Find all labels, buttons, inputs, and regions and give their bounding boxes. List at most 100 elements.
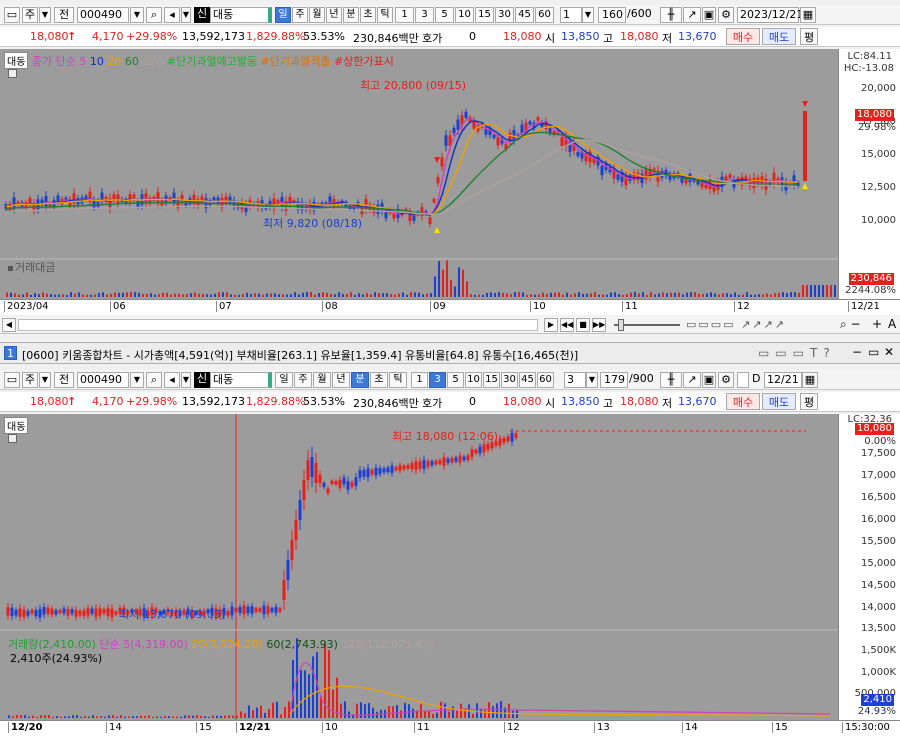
sound-icon[interactable]: ◂ [164,372,180,388]
calendar-icon[interactable]: ▦ [802,372,818,388]
average-button[interactable]: 평 [800,28,818,45]
date-input[interactable]: 12/21 [764,372,802,388]
window-controls-icon[interactable]: ▭▭▭T? [758,346,836,360]
open-price: 13,850 [561,30,600,43]
chart-type-icon[interactable]: ╫ [660,372,682,388]
toolbar-button-5[interactable]: 초 [360,7,376,23]
zoom-out-icon[interactable]: ⌕ − [840,317,861,332]
sound-dropdown-icon[interactable]: ▼ [181,372,191,388]
toolbar-button-3[interactable]: 10 [455,7,474,23]
toolbar-button-4[interactable]: 15 [475,7,494,23]
chart-scrollbar[interactable]: ◀ ▶ ◀◀ ■ ▶▶ ▭▭▭▭ ↗↗↗↗ ⌕ − + A [0,316,900,334]
average-button[interactable]: 평 [800,393,818,410]
toolbar-button-3[interactable]: 10 [465,372,482,388]
tools-icon[interactable]: ↗ [683,7,701,23]
toolbar-button-6[interactable]: 틱 [377,7,393,23]
sound-icon[interactable]: ◂ [164,7,180,23]
toolbar-button-1[interactable]: 3 [415,7,434,23]
minimize-icon[interactable]: − [852,345,862,359]
toolbar-button-0[interactable]: 1 [395,7,414,23]
grid-toggle-icon[interactable] [8,434,17,443]
close-icon[interactable]: ✕ [884,345,894,359]
toolbar-button-6[interactable]: 45 [519,372,536,388]
search-icon[interactable]: ⌕ [146,7,162,23]
scroll-track[interactable] [18,319,538,331]
toolbar-button-6[interactable]: 틱 [389,372,407,388]
market-select[interactable]: 주 [22,7,38,23]
all-button[interactable]: 전 [54,372,74,388]
toolbar-button-0[interactable]: 일 [275,7,291,23]
d-checkbox[interactable] [737,372,749,388]
top-price-chart[interactable]: 대동 종가 단순 5 10 20 60 120 #단기과열예고발동 #단기과열적… [0,49,838,299]
bottom-price-chart[interactable]: 대동 최고 18,080 (12:06) 최저 13,670 (09:03) 거… [0,414,838,720]
bottom-chart-canvas [0,414,838,720]
toolbar-button-3[interactable]: 년 [326,7,342,23]
chart-type-icon[interactable]: ╫ [660,7,682,23]
count-input[interactable]: 160 [598,7,626,23]
interval-select[interactable]: 1 [560,7,582,23]
toolbar-button-3[interactable]: 년 [332,372,350,388]
toolbar-button-5[interactable]: 초 [370,372,388,388]
market-dropdown-icon[interactable]: ▼ [39,372,51,388]
toolbar-button-4[interactable]: 분 [343,7,359,23]
toolbar-button-7[interactable]: 60 [537,372,554,388]
volume-bar [674,292,676,297]
buy-button[interactable]: 매수 [726,28,760,45]
interval-dropdown-icon[interactable]: ▼ [582,7,594,23]
save-icon[interactable]: ▣ [702,372,716,388]
font-icon[interactable]: A [888,317,896,331]
interval-select[interactable]: 3 [564,372,586,388]
volume-bar [782,292,784,297]
scroll-right-icon[interactable]: ▶ [544,318,558,332]
toolbar-button-6[interactable]: 45 [515,7,534,23]
toolbar-button-1[interactable]: 주 [294,372,312,388]
zoom-in-icon[interactable]: + [872,317,882,331]
count-input[interactable]: 179 [600,372,628,388]
toolbar-button-5[interactable]: 30 [495,7,514,23]
toolbar-button-0[interactable]: 일 [275,372,293,388]
zoom-slider-thumb[interactable] [618,319,624,331]
calendar-icon[interactable]: ▦ [800,7,816,23]
toolbar-button-2[interactable]: 월 [309,7,325,23]
gear-icon[interactable]: ⚙ [718,7,734,23]
toolbar-button-2[interactable]: 5 [447,372,464,388]
search-icon[interactable]: ⌕ [146,372,162,388]
buy-button[interactable]: 매수 [726,393,760,410]
tools-icon[interactable]: ↗ [683,372,701,388]
sound-dropdown-icon[interactable]: ▼ [181,7,191,23]
save-icon[interactable]: ▣ [702,7,716,23]
forward-icon[interactable]: ▶▶ [592,318,606,332]
layout-icon[interactable]: ▭ [4,7,20,23]
toolbar-button-2[interactable]: 월 [313,372,331,388]
stock-code-input[interactable]: 000490 [77,372,129,388]
stop-icon[interactable]: ■ [576,318,590,332]
stock-name-field[interactable]: 대동 [210,372,272,388]
sell-button[interactable]: 매도 [762,28,796,45]
stock-name-field[interactable]: 대동 [210,7,272,23]
toolbar-button-0[interactable]: 1 [411,372,428,388]
market-dropdown-icon[interactable]: ▼ [39,7,51,23]
toolbar-button-4[interactable]: 15 [483,372,500,388]
gear-icon[interactable]: ⚙ [718,372,734,388]
code-dropdown-icon[interactable]: ▼ [130,372,144,388]
view-icons[interactable]: ▭▭▭▭ ↗↗↗↗ [686,318,786,331]
stock-code-input[interactable]: 000490 [77,7,129,23]
sell-button[interactable]: 매도 [762,393,796,410]
layout-icon[interactable]: ▭ [4,372,20,388]
date-input[interactable]: 2023/12/21 [737,7,803,23]
scroll-left-icon[interactable]: ◀ [2,318,16,332]
toolbar-button-2[interactable]: 5 [435,7,454,23]
grid-toggle-icon[interactable] [8,69,17,78]
toolbar-button-5[interactable]: 30 [501,372,518,388]
volume-bar [98,293,100,297]
toolbar-button-7[interactable]: 60 [535,7,554,23]
market-select[interactable]: 주 [22,372,38,388]
rewind-icon[interactable]: ◀◀ [560,318,574,332]
interval-dropdown-icon[interactable]: ▼ [586,372,598,388]
toolbar-button-4[interactable]: 분 [351,372,369,388]
toolbar-button-1[interactable]: 주 [292,7,308,23]
code-dropdown-icon[interactable]: ▼ [130,7,144,23]
toolbar-button-1[interactable]: 3 [429,372,446,388]
all-button[interactable]: 전 [54,7,74,23]
maximize-icon[interactable]: ▭ [868,345,879,359]
